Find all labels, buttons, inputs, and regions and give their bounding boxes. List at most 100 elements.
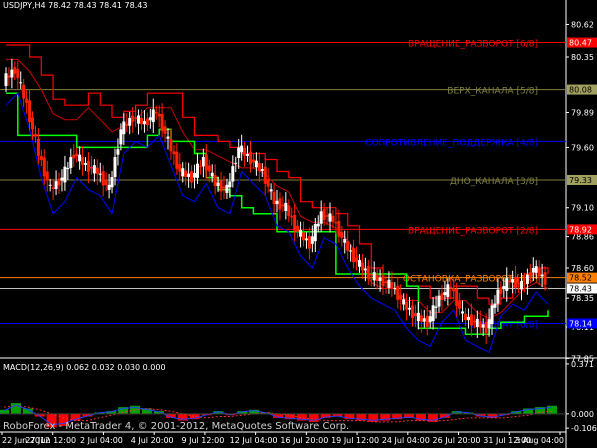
candle-body — [290, 216, 294, 218]
candle-body — [4, 73, 8, 86]
candle-body — [466, 316, 470, 321]
candle-body — [372, 272, 376, 281]
candle-body — [334, 222, 338, 224]
candle-body — [128, 117, 132, 126]
symbol-header: USDJPY,H4 78.42 78.43 78.41 78.43 — [3, 1, 148, 10]
candle-body — [416, 312, 420, 322]
candle-body — [325, 215, 329, 217]
candle-body — [540, 274, 544, 277]
candle-body — [543, 272, 547, 285]
candle-body — [458, 301, 462, 309]
candle-body — [525, 274, 529, 284]
candle-body — [349, 250, 353, 252]
candle-body — [72, 154, 76, 159]
candle-body — [499, 287, 503, 294]
candle-body — [446, 284, 450, 297]
candle-body — [69, 157, 73, 168]
candle-body — [137, 115, 141, 124]
candle-body — [281, 204, 285, 207]
candle-body — [355, 257, 359, 262]
candle-body — [440, 293, 444, 300]
macd-indicator-header: MACD(12,26,9) 0.062 0.032 0.030 0.000 — [3, 363, 166, 372]
candle-body — [66, 167, 70, 170]
candle-body — [184, 170, 188, 177]
candle-body — [122, 121, 126, 135]
candle-body — [222, 186, 226, 189]
candle-body — [160, 113, 164, 132]
candle-body — [396, 285, 400, 300]
candle-body — [54, 181, 58, 190]
candle-body — [134, 117, 138, 119]
candle-body — [478, 321, 482, 328]
candle-body — [452, 288, 456, 292]
candle-body — [243, 148, 247, 156]
candle-body — [166, 136, 170, 139]
candle-body — [387, 279, 391, 288]
candle-body — [237, 147, 241, 158]
candle-body — [310, 236, 314, 244]
candle-body — [328, 213, 332, 222]
candle-body — [375, 274, 379, 281]
candle-body — [207, 165, 211, 172]
candle-body — [357, 260, 361, 267]
candle-body — [246, 154, 250, 156]
candle-body — [104, 180, 108, 186]
candle-body — [502, 286, 506, 290]
candle-body — [19, 82, 23, 84]
candle-body — [408, 307, 412, 310]
candle-body — [257, 163, 261, 171]
chart-canvas[interactable]: ВРАЩЕНИЕ_РАЗВОРОТ [6/8] ВЕРХ_КАНАЛА [5/8]… — [0, 0, 597, 448]
candle-body — [248, 151, 252, 165]
macd-tick-label: 0.371 — [571, 360, 594, 369]
macd-tick-label: -0.106 — [571, 424, 597, 433]
candle-body — [434, 306, 438, 308]
price-tick-label: 80.35 — [571, 53, 594, 62]
candle-body — [517, 283, 521, 285]
candle-body — [411, 305, 414, 319]
macd-tick-label: 0.000 — [571, 410, 594, 419]
candle-body — [57, 178, 61, 186]
candle-body — [496, 289, 500, 304]
candle-body — [60, 177, 64, 181]
candle-body — [48, 184, 52, 186]
candle-body — [33, 134, 37, 137]
candle-body — [181, 168, 185, 177]
candle-body — [163, 126, 167, 134]
candle-body — [272, 191, 276, 205]
candle-body — [304, 238, 308, 241]
candle-body — [402, 299, 406, 305]
price-tick-label: 79.10 — [571, 204, 594, 213]
candle-body — [45, 171, 49, 181]
macd-histogram-bar — [547, 405, 557, 414]
candle-body — [234, 162, 238, 164]
candle-body — [437, 295, 441, 307]
candle-body — [393, 288, 397, 290]
candle-body — [101, 171, 105, 186]
candle-body — [296, 225, 300, 232]
candle-body — [378, 277, 382, 281]
candle-body — [275, 200, 279, 205]
candle-body — [366, 266, 370, 279]
candle-body — [78, 154, 82, 162]
candle-body — [528, 272, 532, 278]
candle-body — [63, 166, 67, 183]
time-tick-label: 24 Jul 04:00 — [382, 436, 430, 445]
candle-body — [254, 160, 258, 168]
candle-body — [293, 214, 297, 231]
candle-body — [461, 311, 465, 314]
candle-body — [25, 98, 29, 103]
candle-body — [384, 281, 388, 284]
candle-body — [360, 262, 364, 271]
candle-body — [98, 173, 102, 175]
candle-body — [519, 281, 523, 290]
time-tick-label: 26 Jul 20:00 — [433, 436, 481, 445]
candle-body — [140, 117, 143, 125]
price-tick-label: 78.60 — [571, 264, 594, 273]
candle-body — [278, 198, 282, 210]
candle-body — [481, 324, 485, 328]
candle-body — [125, 123, 129, 126]
candle-body — [51, 187, 55, 190]
price-tag-label: 78.14 — [569, 319, 592, 328]
candle-body — [10, 69, 14, 78]
candle-body — [322, 208, 326, 221]
